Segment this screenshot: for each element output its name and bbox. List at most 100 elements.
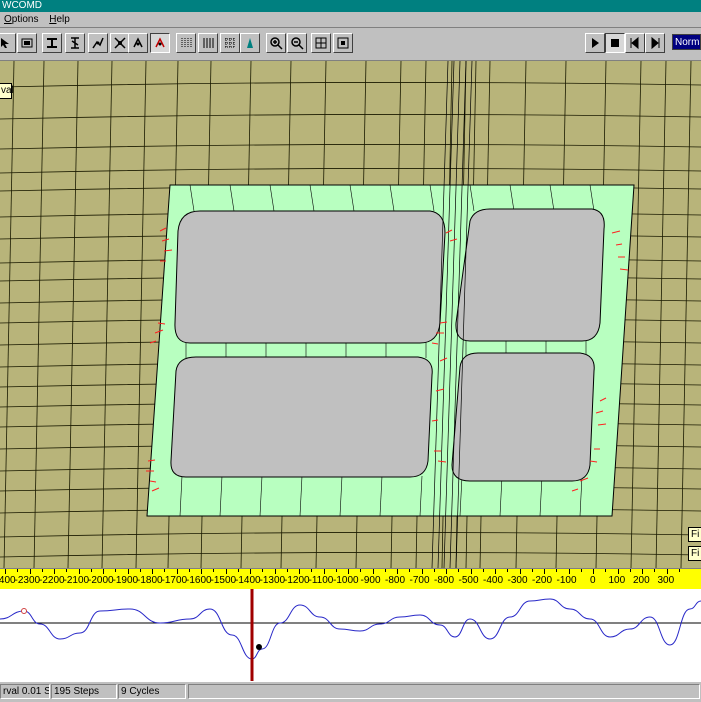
status-steps: 195 Steps <box>51 684 117 699</box>
fit-button[interactable] <box>311 33 331 53</box>
mesh-hline <box>0 532 701 538</box>
ruler-tick <box>225 569 227 574</box>
zoom-in-button[interactable] <box>266 33 286 53</box>
step-forward-icon <box>651 36 660 50</box>
pointer-button[interactable] <box>0 33 16 53</box>
ruler-tick <box>519 569 521 574</box>
mesh-b-icon <box>203 38 214 48</box>
ruler-label: -1800 <box>137 575 163 586</box>
model-viewport[interactable]: val Fi Fi <box>0 61 701 568</box>
ruler-minor-tick <box>360 569 362 572</box>
ruler-minor-tick <box>384 569 386 572</box>
status-extra <box>188 684 700 699</box>
ruler-minor-tick <box>213 569 215 572</box>
signal-line <box>0 598 701 660</box>
ruler-label: -200 <box>532 575 553 586</box>
ruler-tick <box>5 569 6 574</box>
ruler-minor-tick <box>41 569 43 572</box>
mode-select[interactable]: Normal <box>672 34 701 50</box>
model-button[interactable] <box>17 33 37 53</box>
fit-icon <box>315 37 327 49</box>
status-interval: rval 0.01 Si <box>0 684 50 699</box>
ruler-label: -900 <box>360 575 381 586</box>
step-back-button[interactable] <box>625 33 645 53</box>
ruler-label: -300 <box>507 575 528 586</box>
ruler-minor-tick <box>66 569 68 572</box>
crack-icon <box>92 37 104 49</box>
signal-start-marker <box>21 608 27 614</box>
beam-icon <box>47 38 57 48</box>
ruler-tick <box>348 569 349 574</box>
ruler-label: -400 <box>483 575 504 586</box>
ruler-label: -500 <box>458 575 479 586</box>
hinge-active-button[interactable] <box>150 33 170 53</box>
ruler-tick <box>78 569 80 574</box>
mesh-vline <box>655 61 667 568</box>
ruler-tick <box>152 569 153 574</box>
model-icon <box>21 38 33 48</box>
ruler-label: -1600 <box>186 575 212 586</box>
mesh-a-icon <box>181 38 192 48</box>
ruler-label: -700 <box>409 575 430 586</box>
stop-button[interactable] <box>605 33 625 53</box>
ruler-tick <box>250 569 251 574</box>
title-bar: WCOMD <box>0 0 701 12</box>
ruler-label: -1300 <box>259 575 286 586</box>
paint-icon <box>247 38 253 48</box>
ruler-tick <box>299 569 300 574</box>
mesh-c-button[interactable] <box>220 33 240 53</box>
ruler-minor-tick <box>409 569 411 572</box>
menu-bar: Options Help <box>0 12 701 28</box>
ruler-tick <box>544 569 545 574</box>
ruler-label: -1900 <box>112 575 139 586</box>
ruler-label: 300 <box>657 575 675 586</box>
mesh-vline <box>101 61 113 568</box>
ruler-minor-tick <box>556 569 558 572</box>
ruler-tick <box>397 569 398 574</box>
mesh-a-button[interactable] <box>176 33 196 53</box>
ruler-minor-tick <box>605 569 607 572</box>
signal-current-point <box>256 644 262 650</box>
mesh-vline <box>630 61 642 568</box>
status-cycles: 9 Cycles <box>118 684 186 699</box>
ruler-tick <box>470 569 472 574</box>
ruler-tick <box>642 569 643 574</box>
ruler-minor-tick <box>433 569 435 572</box>
zoom-out-button[interactable] <box>287 33 307 53</box>
menu-help[interactable]: Help <box>45 12 74 27</box>
ruler-minor-tick <box>90 569 92 572</box>
mesh-hline <box>0 168 701 174</box>
play-icon <box>592 38 599 48</box>
mode-select-value: Normal <box>675 37 700 48</box>
frame-button[interactable] <box>333 33 353 53</box>
paint-button[interactable] <box>240 33 260 53</box>
ruler-label: 0 <box>590 575 596 586</box>
beam-button[interactable] <box>42 33 62 53</box>
ruler-minor-tick <box>678 569 680 572</box>
crack-button[interactable] <box>88 33 108 53</box>
ruler-tick <box>29 569 31 574</box>
cross-button[interactable] <box>110 33 130 53</box>
ruler-label: -1400 <box>235 575 261 586</box>
cavity-4 <box>451 352 595 482</box>
ruler-tick <box>446 569 447 574</box>
ruler-minor-tick <box>286 569 288 572</box>
ruler-tick <box>127 569 129 574</box>
play-button[interactable] <box>585 33 605 53</box>
menu-options[interactable]: Options <box>0 12 42 27</box>
ruler-minor-tick <box>17 569 19 572</box>
ruler-tick <box>323 569 325 574</box>
ruler-label: -2100 <box>63 575 90 586</box>
time-ruler[interactable]: -2400-2300-2200-2100-2000-1900-1800-1700… <box>0 568 701 590</box>
ruler-label: -1700 <box>161 575 188 586</box>
frame-icon <box>337 37 349 49</box>
step-forward-button[interactable] <box>645 33 665 53</box>
signal-plot[interactable] <box>0 589 701 681</box>
hinge-button[interactable] <box>128 33 148 53</box>
mesh-b-button[interactable] <box>198 33 218 53</box>
label-right-bottom: Fi <box>688 546 701 561</box>
status-bar: rval 0.01 Si 195 Steps 9 Cycles <box>0 681 701 702</box>
ruler-label: -2400 <box>0 575 16 586</box>
ruler-minor-tick <box>188 569 190 572</box>
column-button[interactable] <box>65 33 85 53</box>
